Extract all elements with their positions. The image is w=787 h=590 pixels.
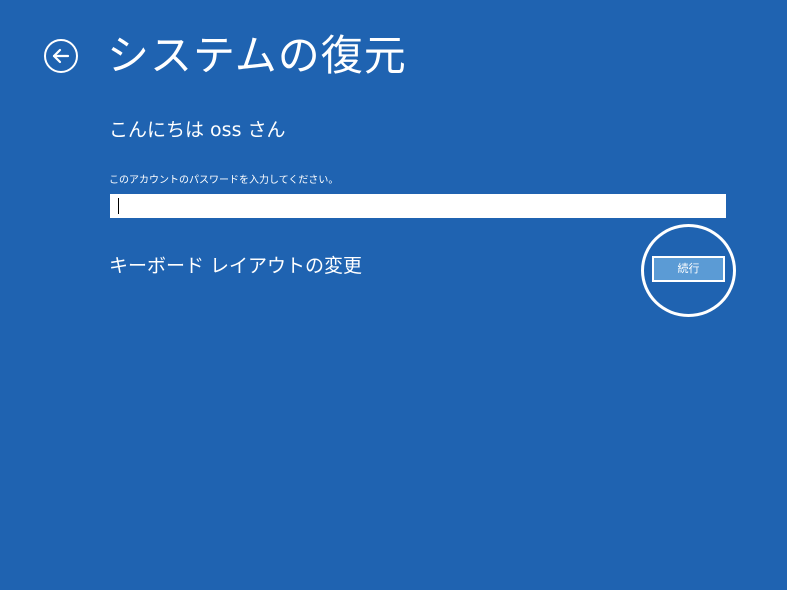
password-label: このアカウントのパスワードを入力してください。 bbox=[109, 175, 339, 186]
back-button[interactable] bbox=[44, 39, 78, 73]
password-input[interactable] bbox=[110, 194, 726, 218]
continue-button[interactable]: 続行 bbox=[652, 256, 725, 282]
keyboard-layout-link[interactable]: キーボード レイアウトの変更 bbox=[109, 253, 362, 279]
page-title: システムの復元 bbox=[107, 31, 407, 80]
greeting-text: こんにちは oss さん bbox=[109, 119, 286, 141]
back-arrow-icon bbox=[52, 48, 70, 64]
